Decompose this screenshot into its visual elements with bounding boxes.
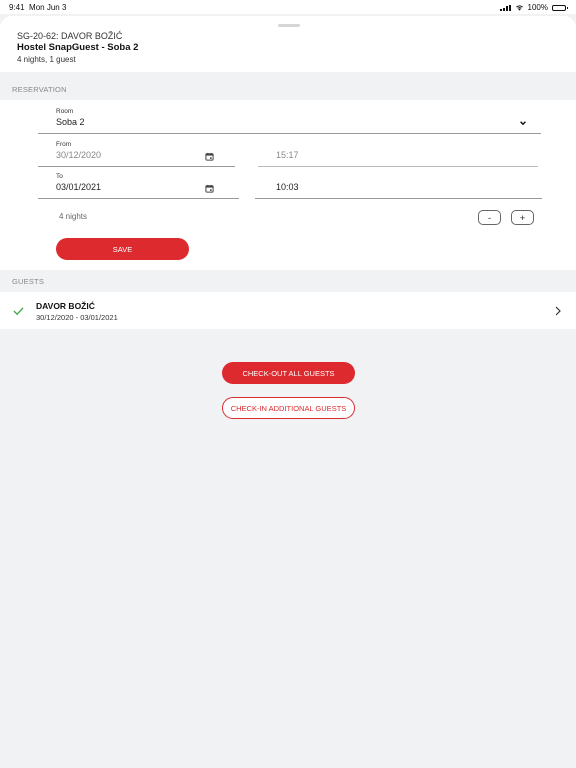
room-underline — [38, 133, 541, 134]
to-time-value: 10:03 — [276, 182, 299, 192]
room-value: Soba 2 — [56, 117, 85, 127]
reservation-sheet: SG-20-62: DAVOR BOŽIĆ Hostel SnapGuest -… — [0, 16, 576, 768]
status-clock: 9:41 — [9, 3, 25, 12]
reservation-summary: 4 nights, 1 guest — [17, 55, 76, 64]
chevron-right-icon — [555, 306, 561, 316]
status-indicators: 100% — [499, 3, 568, 12]
from-time-value: 15:17 — [276, 150, 299, 160]
guest-list-item[interactable]: DAVOR BOŽIĆ 30/12/2020 - 03/01/2021 — [0, 292, 576, 329]
battery-percent: 100% — [527, 3, 548, 12]
room-select[interactable]: Soba 2 — [38, 114, 541, 134]
calendar-icon[interactable] — [205, 184, 214, 193]
save-button[interactable]: SAVE — [56, 238, 189, 260]
check-icon — [13, 307, 24, 316]
nights-count: 4 nights — [59, 212, 88, 221]
wifi-icon — [515, 5, 523, 11]
from-date-field[interactable]: 30/12/2020 — [38, 147, 235, 167]
from-date-underline — [38, 166, 235, 167]
guests-section-label: GUESTS — [12, 277, 45, 286]
to-time-field[interactable]: 10:03 — [255, 179, 542, 199]
from-date-value: 30/12/2020 — [56, 150, 102, 160]
status-bar: 9:41 Mon Jun 3 100% — [0, 0, 576, 14]
checkout-all-guests-button[interactable]: CHECK-OUT ALL GUESTS — [222, 362, 355, 384]
cellular-signal-icon — [499, 4, 511, 11]
battery-icon — [552, 4, 568, 11]
status-date: Mon Jun 3 — [29, 3, 67, 12]
from-time-underline — [258, 166, 538, 167]
to-date-underline — [38, 198, 239, 199]
guest-dates: 30/12/2020 - 03/01/2021 — [36, 313, 118, 322]
from-time-field[interactable]: 15:17 — [258, 147, 538, 167]
checkin-additional-guests-button[interactable]: CHECK-IN ADDITIONAL GUESTS — [222, 397, 355, 419]
calendar-icon[interactable] — [205, 152, 214, 161]
reservation-card: Room Soba 2 From 30/12/2020 15:17 To 03/… — [0, 100, 576, 270]
status-time: 9:41 Mon Jun 3 — [9, 3, 66, 12]
chevron-down-icon — [520, 121, 526, 126]
reservation-title: Hostel SnapGuest - Soba 2 — [17, 42, 139, 53]
to-date-field[interactable]: 03/01/2021 — [38, 179, 239, 199]
to-time-underline — [255, 198, 542, 199]
increment-nights-button[interactable]: + — [511, 210, 534, 225]
reservation-section-label: RESERVATION — [12, 85, 67, 94]
to-date-value: 03/01/2021 — [56, 182, 102, 192]
guest-name: DAVOR BOŽIĆ — [36, 301, 95, 311]
sheet-grabber[interactable] — [278, 24, 300, 27]
reservation-code: SG-20-62: DAVOR BOŽIĆ — [17, 31, 123, 41]
decrement-nights-button[interactable]: - — [478, 210, 501, 225]
